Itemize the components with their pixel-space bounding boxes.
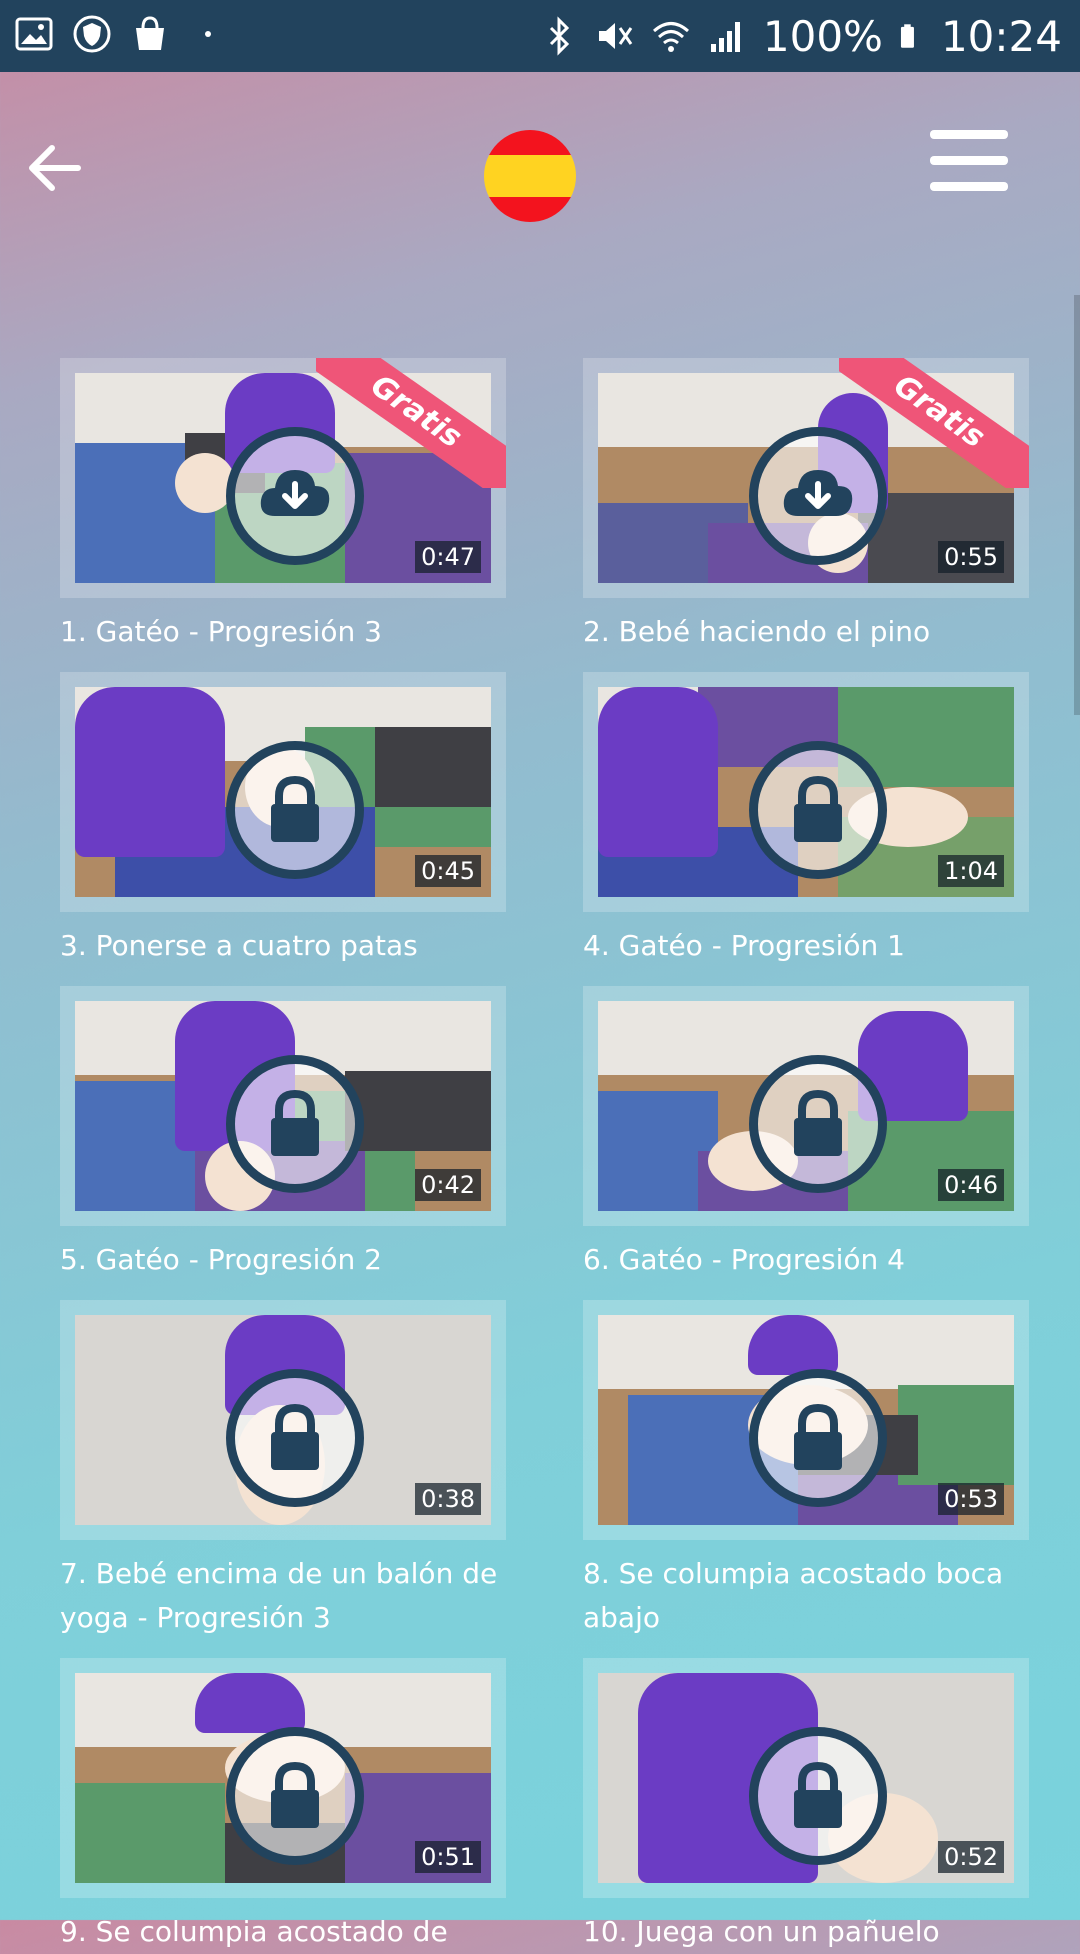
video-thumbnail[interactable]: 0:38 [75, 1315, 491, 1525]
video-title[interactable]: 4. Gatéo - Progresión 1 [583, 924, 1023, 968]
video-title[interactable]: 7. Bebé encima de un balón de yoga - Pro… [60, 1552, 500, 1640]
mute-icon [598, 23, 633, 49]
lock-icon[interactable] [749, 741, 887, 879]
video-thumbnail-frame[interactable]: 0:51 [60, 1658, 506, 1898]
video-title[interactable]: 3. Ponerse a cuatro patas [60, 924, 500, 968]
video-title[interactable]: 9. Se columpia acostado de [60, 1910, 500, 1954]
video-title[interactable]: 8. Se columpia acostado boca abajo [583, 1552, 1023, 1640]
video-thumbnail[interactable]: 0:53 [598, 1315, 1014, 1525]
video-thumbnail-frame[interactable]: 0:46 [583, 986, 1029, 1226]
video-thumbnail[interactable]: 0:46 [598, 1001, 1014, 1211]
video-thumbnail-frame[interactable]: 0:52 [583, 1658, 1029, 1898]
video-title[interactable]: 6. Gatéo - Progresión 4 [583, 1238, 1023, 1282]
lock-icon[interactable] [226, 1055, 364, 1193]
video-title[interactable]: 2. Bebé haciendo el pino [583, 610, 1023, 654]
wifi-icon [652, 22, 689, 52]
clock: 10:24 [940, 11, 1062, 61]
lock-icon[interactable] [226, 1369, 364, 1507]
video-duration: 0:47 [415, 541, 481, 573]
video-title[interactable]: 5. Gatéo - Progresión 2 [60, 1238, 500, 1282]
bluetooth-icon [549, 16, 569, 56]
video-thumbnail-frame[interactable]: 0:42 [60, 986, 506, 1226]
video-thumbnail-frame[interactable]: 0:53 [583, 1300, 1029, 1540]
video-thumbnail-frame[interactable]: 1:04 [583, 672, 1029, 912]
dot-icon [205, 31, 211, 37]
lock-icon[interactable] [226, 741, 364, 879]
video-thumbnail[interactable]: 0:52 [598, 1673, 1014, 1883]
arrow-left-icon[interactable] [24, 138, 84, 198]
video-thumbnail[interactable]: 0:51 [75, 1673, 491, 1883]
video-thumbnail-frame[interactable]: 0:45 [60, 672, 506, 912]
lock-icon[interactable] [749, 1055, 887, 1193]
video-thumbnail[interactable]: 0:42 [75, 1001, 491, 1211]
status-bar: 100% 10:24 [0, 0, 1080, 72]
free-badge-label: Gratis [316, 358, 506, 488]
battery-icon [900, 24, 914, 48]
shopping-bag-icon [136, 16, 164, 50]
video-duration: 0:38 [415, 1483, 481, 1515]
video-duration: 1:04 [938, 855, 1004, 887]
video-thumbnail-frame[interactable]: 0:38 [60, 1300, 506, 1540]
video-thumbnail-frame[interactable]: 0:55 Gratis [583, 358, 1029, 598]
lock-icon[interactable] [749, 1369, 887, 1507]
video-duration: 0:52 [938, 1841, 1004, 1873]
lock-icon[interactable] [226, 1727, 364, 1865]
free-ribbon: Gratis [316, 358, 506, 488]
video-duration: 0:53 [938, 1483, 1004, 1515]
video-title[interactable]: 10. Juega con un pañuelo [583, 1910, 1023, 1954]
free-ribbon: Gratis [839, 358, 1029, 488]
video-duration: 0:42 [415, 1169, 481, 1201]
video-thumbnail[interactable]: 0:45 [75, 687, 491, 897]
battery-percent: 100% [762, 11, 883, 61]
video-duration: 0:45 [415, 855, 481, 887]
video-title[interactable]: 1. Gatéo - Progresión 3 [60, 610, 500, 654]
free-badge-label: Gratis [839, 358, 1029, 488]
spain-flag-icon[interactable] [484, 130, 576, 222]
image-icon [15, 17, 53, 51]
video-duration: 0:46 [938, 1169, 1004, 1201]
lock-icon[interactable] [749, 1727, 887, 1865]
shield-icon [73, 15, 111, 53]
video-thumbnail[interactable]: 1:04 [598, 687, 1014, 897]
scrollbar[interactable] [1074, 295, 1080, 715]
video-duration: 0:51 [415, 1841, 481, 1873]
hamburger-menu-icon[interactable] [930, 130, 1008, 194]
video-duration: 0:55 [938, 541, 1004, 573]
video-thumbnail-frame[interactable]: 0:47 Gratis [60, 358, 506, 598]
signal-icon [710, 22, 740, 52]
